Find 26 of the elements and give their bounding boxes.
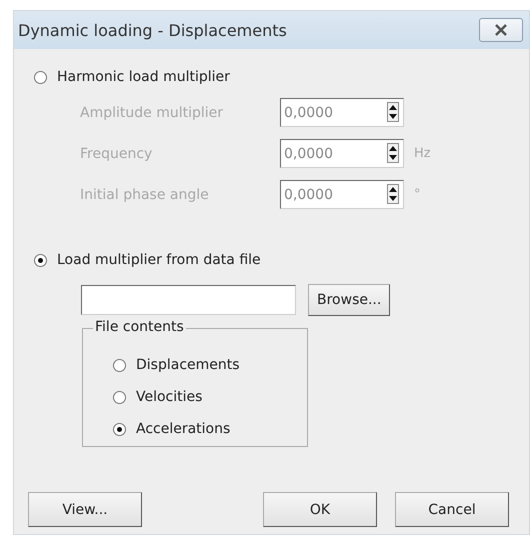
radio-label[interactable]: Harmonic load multiplier <box>57 69 230 85</box>
field-label: Amplitude multiplier <box>80 104 224 120</box>
spinner-arrows-icon[interactable] <box>387 184 399 204</box>
cancel-button[interactable]: Cancel <box>395 492 509 527</box>
field-label: Frequency <box>80 146 154 162</box>
radio-label[interactable]: Accelerations <box>136 421 230 437</box>
window-title: Dynamic loading - Displacements <box>18 20 287 40</box>
radio-button[interactable] <box>113 358 126 372</box>
radio-button[interactable] <box>113 390 126 404</box>
ok-button[interactable]: OK <box>263 492 377 527</box>
spinner-arrows-icon[interactable] <box>387 102 399 122</box>
radio-button[interactable] <box>113 422 126 436</box>
close-button[interactable] <box>479 18 523 42</box>
radio-label[interactable]: Load multiplier from data file <box>57 252 261 268</box>
radio-label[interactable]: Displacements <box>136 357 240 373</box>
unit-label: Hz <box>414 146 432 161</box>
radio-label[interactable]: Velocities <box>136 389 202 405</box>
radio-button[interactable] <box>34 70 47 84</box>
close-icon <box>493 24 509 36</box>
file-path-field[interactable] <box>81 285 296 315</box>
radio-button[interactable] <box>34 254 47 266</box>
unit-label: ° <box>414 187 422 202</box>
view-button[interactable]: View... <box>28 492 142 527</box>
spinner-arrows-icon[interactable] <box>387 143 399 163</box>
field-label: Initial phase angle <box>80 186 210 202</box>
browse-button[interactable]: Browse... <box>308 284 390 316</box>
